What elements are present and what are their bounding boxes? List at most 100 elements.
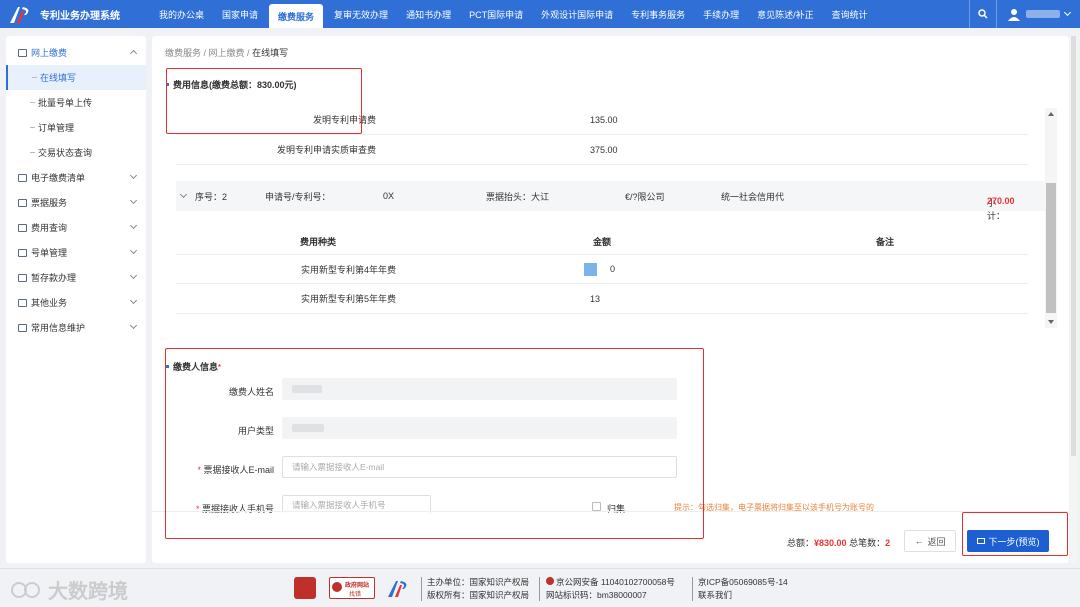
order-header[interactable]: 序号：2 申请号/专利号： 0X 票据抬头：大讧 €/?限公司 统一社会信用代 … — [176, 181, 1046, 221]
search-button[interactable] — [969, 0, 997, 28]
chevron-down-icon — [129, 246, 138, 255]
sidebar-group-label: 其他业务 — [31, 298, 68, 308]
sidebar-group-common-info[interactable]: 常用信息维护 — [6, 315, 146, 340]
sidebar-group-invoice[interactable]: 票据服务 — [6, 190, 146, 215]
fee-amount: 13 — [590, 293, 601, 304]
watermark-text: 大数跨境 — [48, 581, 128, 603]
breadcrumb-item[interactable]: 缴费服务 — [165, 48, 201, 58]
fee-amount: 0 — [610, 264, 616, 274]
icp-record[interactable]: 京ICP备05069085号-14 — [698, 576, 788, 589]
site-id: 网站标识码：bm38000007 — [546, 590, 647, 600]
sidebar-group-deposit[interactable]: 暂存款办理 — [6, 265, 146, 290]
back-button[interactable]: ← 返回 — [904, 530, 956, 552]
nav-payment[interactable]: 缴费服务 — [269, 4, 324, 28]
nav-review[interactable]: 复审无效办理 — [325, 0, 397, 28]
nav-opinion[interactable]: 意见陈述/补正 — [748, 0, 823, 28]
sidebar-group-label: 网上缴费 — [31, 48, 68, 58]
count-label: 总笔数： — [849, 538, 886, 548]
top-navbar: 专利业务办理系统 我的办公桌 国家申请 缴费服务 复审无效办理 通知书办理 PC… — [0, 0, 1080, 28]
brand[interactable]: 专利业务办理系统 — [0, 3, 150, 25]
highlight-box-fee — [166, 68, 362, 134]
watermark: 大数跨境 — [10, 575, 128, 604]
order-credit-code: 统一社会信用代 — [721, 191, 785, 202]
sidebar-group-online-pay[interactable]: 网上缴费 — [6, 40, 146, 65]
nav-affairs[interactable]: 专利事务服务 — [622, 0, 694, 28]
host-info: 主办单位：国家知识产权局 版权所有：国家知识产权局 — [427, 576, 529, 602]
sidebar-item-trade-status[interactable]: 交易状态查询 — [6, 140, 146, 165]
invoice-icon — [18, 198, 27, 207]
icp-info: 京ICP备05069085号-14 联系我们 — [698, 576, 788, 602]
nav-pct[interactable]: PCT国际申请 — [460, 0, 532, 28]
user-menu[interactable] — [997, 7, 1080, 21]
total-label: 总额： — [787, 538, 815, 548]
search-doc-icon — [18, 223, 27, 232]
fee-amount: 135.00 — [590, 114, 618, 125]
search-icon — [978, 9, 988, 19]
list-icon — [18, 173, 27, 182]
col-amount: 金额 — [593, 237, 612, 247]
breadcrumb: 缴费服务 / 网上缴费 / 在线填写 — [165, 48, 289, 58]
total-summary: 总额：¥830.00 总笔数：2 — [787, 536, 890, 549]
police-badge-icon — [546, 577, 554, 585]
gov-badge-text: 政府网站 — [345, 583, 370, 589]
sidebar-group-e-list[interactable]: 电子缴费清单 — [6, 165, 146, 190]
gov-badge-icon — [332, 582, 342, 592]
fee-list-scrollbar[interactable] — [1045, 108, 1057, 328]
wallet-icon — [18, 48, 27, 57]
watermark-logo-icon — [11, 581, 40, 598]
blurred-block — [584, 263, 597, 276]
sidebar-group-label: 常用信息维护 — [31, 323, 86, 333]
order-app-value: 0X — [383, 191, 395, 201]
sidebar-item-online-fill[interactable]: 在线填写 — [6, 65, 146, 90]
breadcrumb-item[interactable]: 网上缴费 — [209, 48, 245, 58]
record-info: 京公网安备 11040102700058号 网站标识码：bm38000007 — [546, 576, 675, 602]
sidebar-group-other[interactable]: 其他业务 — [6, 290, 146, 315]
police-record[interactable]: 京公网安备 11040102700058号 — [556, 577, 675, 587]
fee-name: 发明专利申请实质审查费 — [276, 145, 376, 155]
sidebar-group-label: 电子缴费清单 — [31, 173, 86, 183]
app-title: 专利业务办理系统 — [40, 10, 120, 22]
page-scrollbar[interactable] — [1070, 36, 1077, 563]
deposit-icon — [18, 273, 27, 282]
count-value: 2 — [885, 538, 891, 548]
chevron-down-icon — [129, 271, 138, 280]
col-remark: 备注 — [876, 237, 895, 247]
chevron-up-icon — [129, 49, 138, 58]
gov-badge-sub: 找错 — [349, 592, 362, 598]
page-scroll-thumb[interactable] — [1071, 36, 1076, 456]
sidebar-group-fee-query[interactable]: 费用查询 — [6, 215, 146, 240]
fee-row: 发明专利申请实质审查费 375.00 — [176, 135, 1028, 165]
nav-design-intl[interactable]: 外观设计国际申请 — [532, 0, 622, 28]
sidebar-item-order-mgmt[interactable]: 订单管理 — [6, 115, 146, 140]
scroll-thumb[interactable] — [1046, 183, 1056, 313]
copyright-text: 版权所有：国家知识产权局 — [427, 590, 530, 600]
sidebar-group-label: 暂存款办理 — [31, 273, 77, 283]
cnipa-logo-icon — [10, 7, 29, 23]
nav-desk[interactable]: 我的办公桌 — [150, 0, 213, 28]
fee-amount: 375.00 — [590, 144, 618, 155]
sidebar-group-label: 票据服务 — [31, 198, 68, 208]
scroll-up-icon[interactable] — [1048, 112, 1054, 116]
order-seq: 序号：2 — [195, 191, 228, 202]
main-panel: 缴费服务 / 网上缴费 / 在线填写 费用信息(缴费总额：830.00元) 发明… — [152, 36, 1069, 563]
number-icon — [18, 248, 27, 257]
nav-national-app[interactable]: 国家申请 — [213, 0, 267, 28]
contact-link[interactable]: 联系我们 — [698, 589, 788, 602]
back-label: 返回 — [927, 536, 946, 547]
sidebar-item-batch-upload[interactable]: 批量号单上传 — [6, 90, 146, 115]
subtotal-value: 270.00 — [987, 196, 1015, 206]
host-text: 主办单位：国家知识产权局 — [427, 577, 530, 587]
nav-procedures[interactable]: 手续办理 — [694, 0, 748, 28]
chevron-down-icon — [129, 196, 138, 205]
nav-notice[interactable]: 通知书办理 — [397, 0, 460, 28]
user-name — [1026, 10, 1060, 18]
chevron-down-icon[interactable] — [179, 190, 188, 199]
sidebar-group-number-mgmt[interactable]: 号单管理 — [6, 240, 146, 265]
main-nav: 我的办公桌 国家申请 缴费服务 复审无效办理 通知书办理 PCT国际申请 外观设… — [150, 0, 877, 28]
nav-query[interactable]: 查询统计 — [823, 0, 877, 28]
highlight-box-payer — [165, 348, 704, 539]
scroll-down-icon[interactable] — [1048, 320, 1054, 324]
total-value: ¥830.00 — [814, 538, 847, 548]
gov-site-badge[interactable]: 政府网站 找错 — [329, 577, 375, 599]
order-invoice-tail: €/?限公司 — [625, 191, 665, 202]
